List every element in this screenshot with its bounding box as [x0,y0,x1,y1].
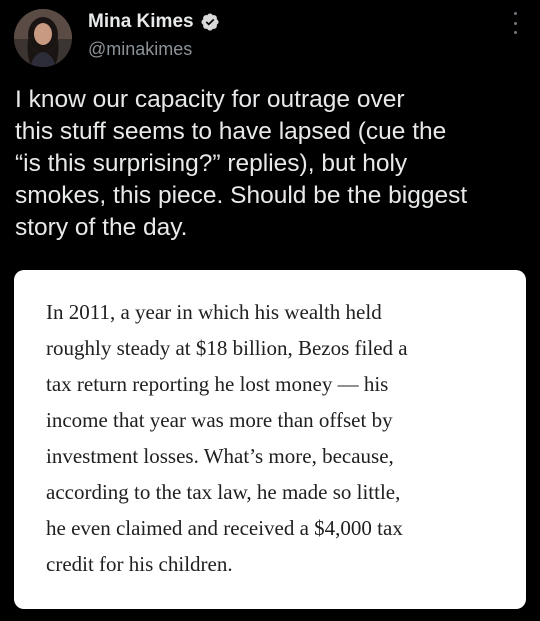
avatar[interactable] [14,9,72,67]
quote-text: In 2011, a year in which his wealth held… [46,294,408,582]
quote-text-line: In 2011, a year in which his wealth held [46,300,382,324]
quote-text-line: he even claimed and received a $4,000 ta… [46,516,403,540]
quote-text-line: income that year was more than offset by [46,408,393,432]
quote-text-line: roughly steady at $18 billion, Bezos fil… [46,336,408,360]
quote-text-line: according to the tax law, he made so lit… [46,480,401,504]
user-handle[interactable]: @minakimes [88,38,192,60]
quote-text-line: investment losses. What’s more, because, [46,444,394,468]
tweet-text-line: story of the day. [15,214,188,241]
tweet-text-line: this stuff seems to have lapsed (cue the [15,118,447,145]
tweet: Mina Kimes @minakimes I know our capacit… [0,0,540,621]
quote-text-line: tax return reporting he lost money — his [46,372,389,396]
quote-text-line: credit for his children. [46,552,233,576]
more-dot [513,31,517,34]
tweet-text: I know our capacity for outrage over thi… [15,84,535,244]
tweet-text-line: I know our capacity for outrage over [15,86,405,113]
profile-photo [14,9,72,67]
tweet-text-line: “is this surprising?” replies), but holy [15,150,408,177]
more-dot [513,12,517,15]
display-name[interactable]: Mina Kimes [88,10,194,34]
quote-image-card[interactable]: In 2011, a year in which his wealth held… [14,270,526,609]
more-dot [513,21,517,25]
tweet-text-line: smokes, this piece. Should be the bigges… [15,182,468,209]
verified-badge-icon [200,12,220,32]
name-row: Mina Kimes [88,10,220,34]
more-options-icon[interactable] [506,12,524,34]
